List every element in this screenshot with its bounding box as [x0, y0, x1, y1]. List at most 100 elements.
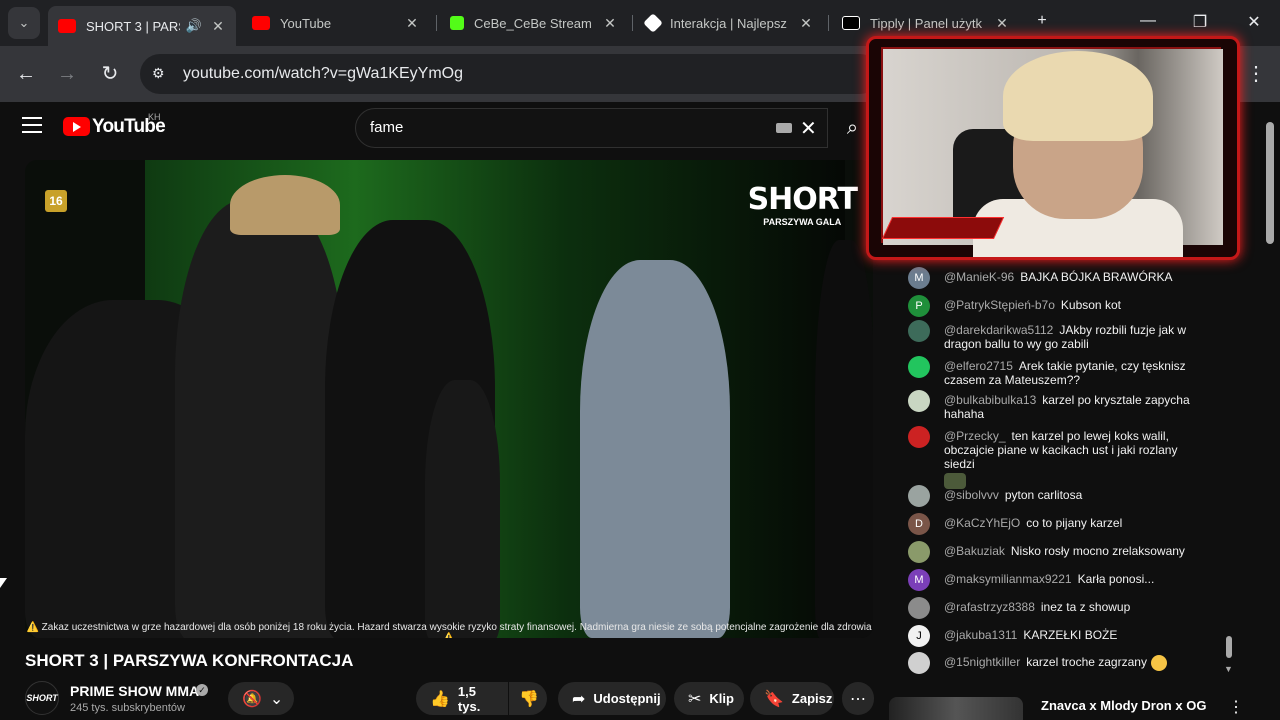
video-figure: [580, 260, 730, 638]
chat-avatar[interactable]: J: [908, 625, 930, 647]
chat-message: @rafastrzyz8388 inez ta z showup: [908, 597, 1208, 619]
tab-tipply[interactable]: Tipply | Panel użytk ✕: [832, 7, 1020, 39]
chat-message: @sibolvvv pyton carlitosa: [908, 485, 1208, 507]
like-button[interactable]: 👍 1,5 tys.: [416, 682, 508, 715]
tab-interakcja[interactable]: Interakcja | Najlepsz ✕: [636, 7, 824, 39]
streamer-webcam-overlay: [866, 36, 1240, 260]
clear-search-icon[interactable]: ✕: [800, 116, 817, 141]
chat-avatar[interactable]: [908, 426, 930, 448]
video-title: SHORT 3 | PARSZYWA KONFRONTACJA: [25, 651, 354, 670]
chat-author[interactable]: @Przecky_: [944, 429, 1006, 443]
show-logo-subtitle: PARSZYWA GALA: [763, 217, 842, 227]
tab-search-chevron-icon[interactable]: ⌄: [8, 7, 40, 39]
chat-scrollbar[interactable]: [1222, 248, 1236, 678]
chat-avatar[interactable]: D: [908, 513, 930, 535]
chat-author[interactable]: @darekdarikwa5112: [944, 323, 1053, 337]
chat-avatar[interactable]: M: [908, 267, 930, 289]
recommended-video-title[interactable]: Znavca x Mlody Dron x OG: [1041, 698, 1206, 713]
chat-message: M @maksymilianmax9221 Karła ponosi...: [908, 569, 1208, 591]
forward-icon[interactable]: →: [55, 62, 79, 86]
recommended-video-thumbnail[interactable]: [889, 697, 1023, 720]
chat-text: karzel troche zagrzany: [1026, 655, 1147, 670]
chat-message: P @PatrykStępień-b7o Kubson kot: [908, 295, 1208, 317]
url-text: youtube.com/watch?v=gWa1KEyYmOg: [183, 65, 463, 82]
chat-avatar[interactable]: M: [908, 569, 930, 591]
video-player[interactable]: 16 SHORT PARSZYWA GALA ⚠️ Zakaz uczestni…: [25, 160, 873, 638]
chat-author[interactable]: @maksymilianmax9221: [944, 572, 1072, 586]
share-button[interactable]: ➦ Udostępnij: [558, 682, 666, 715]
chat-message: J @jakuba1311 KARZEŁKI BOŻE: [908, 625, 1208, 647]
restore-icon[interactable]: ❐: [1188, 12, 1212, 32]
chat-message: @15nightkiller karzel troche zagrzany: [908, 652, 1208, 674]
channel-avatar[interactable]: SHORT: [25, 681, 59, 715]
browser-menu-icon[interactable]: ⋮: [1244, 62, 1268, 86]
dislike-button[interactable]: 👎: [509, 682, 547, 715]
webcam-feed: [881, 47, 1223, 257]
chat-author[interactable]: @KaCzYhEjO: [944, 516, 1020, 530]
close-window-icon[interactable]: ✕: [1242, 12, 1266, 32]
keyboard-icon[interactable]: [776, 123, 792, 133]
chat-avatar[interactable]: P: [908, 295, 930, 317]
country-code: KH: [148, 112, 161, 122]
speaker-icon[interactable]: 🔊: [186, 18, 202, 34]
channel-name[interactable]: PRIME SHOW MMA: [70, 683, 199, 699]
new-tab-icon[interactable]: +: [1030, 12, 1054, 30]
chevron-down-icon: ⌄: [269, 690, 284, 708]
reload-icon[interactable]: ↻: [98, 62, 122, 86]
chat-author[interactable]: @jakuba1311: [944, 628, 1017, 642]
chat-avatar[interactable]: [908, 652, 930, 674]
close-tab-icon[interactable]: ✕: [994, 15, 1010, 32]
scroll-down-arrow-icon[interactable]: ▼: [1224, 664, 1233, 674]
scissors-icon: ✂: [688, 690, 702, 708]
notifications-button[interactable]: 🔕 ⌄: [228, 682, 294, 715]
video-figure: [425, 380, 500, 638]
chat-author[interactable]: @Bakuziak: [944, 544, 1005, 558]
chat-author[interactable]: @bulkabibulka13: [944, 393, 1036, 407]
chat-message: M @ManieK-96 BAJKA BÓJKA BRAWÓRKA: [908, 267, 1208, 289]
tab-youtube[interactable]: YouTube ✕: [242, 7, 430, 39]
chat-avatar[interactable]: [908, 356, 930, 378]
youtube-logo-icon[interactable]: [63, 117, 90, 136]
thumbs-down-icon: 👎: [519, 690, 539, 708]
tipply-favicon-icon: [842, 16, 860, 30]
tab-cebe[interactable]: CeBe_CeBe Stream ✕: [440, 7, 628, 39]
chat-text: co to pijany karzel: [1026, 516, 1123, 530]
minimize-icon[interactable]: —: [1136, 12, 1160, 30]
close-tab-icon[interactable]: ✕: [602, 15, 618, 32]
chat-avatar[interactable]: [908, 320, 930, 342]
chat-message: @bulkabibulka13 karzel po krysztale zapyc…: [908, 390, 1208, 421]
search-icon[interactable]: ⌕: [835, 108, 870, 148]
chat-avatar[interactable]: [908, 485, 930, 507]
chat-author[interactable]: @PatrykStępień-b7o: [944, 298, 1055, 312]
chat-text: Nisko rosły mocno zrelaksowany: [1010, 544, 1185, 558]
close-tab-icon[interactable]: ✕: [798, 15, 814, 32]
tab-title: Tipply | Panel użytk: [870, 15, 982, 31]
back-icon[interactable]: ←: [14, 62, 38, 86]
hamburger-menu-icon[interactable]: [22, 117, 42, 138]
search-input[interactable]: fame ✕: [355, 108, 828, 148]
chat-author[interactable]: @rafastrzyz8388: [944, 600, 1035, 614]
chat-avatar[interactable]: [908, 541, 930, 563]
tab-short3[interactable]: SHORT 3 | PARSZYWA 🔊 ✕: [48, 6, 236, 46]
site-settings-icon[interactable]: ⚙: [152, 65, 165, 82]
chat-scrollbar-thumb[interactable]: [1226, 636, 1232, 658]
chat-author[interactable]: @sibolvvv: [944, 488, 999, 502]
chat-author[interactable]: @15nightkiller: [944, 655, 1020, 669]
chat-avatar[interactable]: [908, 597, 930, 619]
more-actions-button[interactable]: ⋯: [842, 682, 874, 715]
clip-button[interactable]: ✂ Klip: [674, 682, 744, 715]
save-label: Zapisz: [791, 691, 833, 706]
address-bar[interactable]: ⚙ youtube.com/watch?v=gWa1KEyYmOg: [140, 54, 880, 94]
save-button[interactable]: 🔖 Zapisz: [750, 682, 834, 715]
chat-avatar[interactable]: [908, 390, 930, 412]
tab-title: Interakcja | Najlepsz: [670, 15, 787, 31]
share-label: Udostępnij: [593, 691, 661, 706]
chat-text: KARZEŁKI BOŻE: [1023, 628, 1118, 642]
close-tab-icon[interactable]: ✕: [210, 18, 226, 35]
close-tab-icon[interactable]: ✕: [404, 15, 420, 32]
page-scrollbar-thumb[interactable]: [1266, 122, 1274, 244]
chat-author[interactable]: @ManieK-96: [944, 270, 1014, 284]
more-options-icon[interactable]: ⋮: [1228, 697, 1244, 717]
tab-title: YouTube: [280, 15, 332, 31]
chat-author[interactable]: @elfero2715: [944, 359, 1013, 373]
